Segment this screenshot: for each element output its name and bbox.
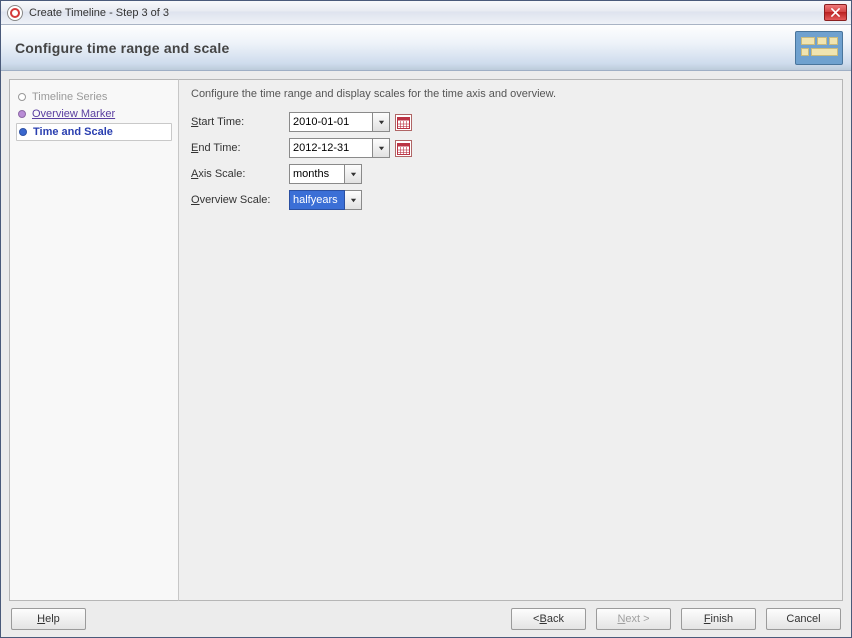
page-title: Configure time range and scale [15,40,230,56]
axis-scale-dropdown[interactable] [345,164,362,184]
dialog-window: Create Timeline - Step 3 of 3 Configure … [0,0,852,638]
header-banner: Configure time range and scale [1,25,851,71]
step-label: Time and Scale [33,126,113,138]
help-button[interactable]: Help [11,608,86,630]
close-button[interactable] [824,4,847,21]
overview-scale-row: halfyears [289,190,830,210]
main-panel: Configure the time range and display sca… [179,79,843,601]
end-time-label: End Time: [191,142,281,154]
instruction-text: Configure the time range and display sca… [191,88,830,100]
app-icon [7,5,23,21]
form: Start Time: 2010-01-01 [191,112,830,210]
axis-scale-row: months [289,164,830,184]
start-time-dropdown[interactable] [373,112,390,132]
finish-button[interactable]: Finish [681,608,756,630]
step-overview-marker[interactable]: Overview Marker [16,106,172,122]
cancel-button[interactable]: Cancel [766,608,841,630]
step-timeline-series: Timeline Series [16,89,172,105]
calendar-icon[interactable] [395,140,412,157]
step-dot-icon [18,110,26,118]
step-label: Timeline Series [32,91,107,103]
end-time-input[interactable]: 2012-12-31 [289,138,373,158]
body-area: Timeline Series Overview Marker Time and… [1,71,851,601]
axis-scale-label: Axis Scale: [191,168,281,180]
overview-scale-dropdown[interactable] [345,190,362,210]
next-button: Next > [596,608,671,630]
start-time-input[interactable]: 2010-01-01 [289,112,373,132]
overview-scale-select[interactable]: halfyears [289,190,345,210]
title-bar: Create Timeline - Step 3 of 3 [1,1,851,25]
step-dot-icon [19,128,27,136]
end-time-dropdown[interactable] [373,138,390,158]
step-time-and-scale[interactable]: Time and Scale [16,123,172,141]
step-dot-icon [18,93,26,101]
start-time-row: 2010-01-01 [289,112,830,132]
start-time-label: Start Time: [191,116,281,128]
overview-scale-label: Overview Scale: [191,194,281,206]
step-label: Overview Marker [32,108,115,120]
back-button[interactable]: < Back [511,608,586,630]
calendar-icon[interactable] [395,114,412,131]
end-time-row: 2012-12-31 [289,138,830,158]
axis-scale-select[interactable]: months [289,164,345,184]
footer-bar: Help < Back Next > Finish Cancel [1,601,851,637]
window-title: Create Timeline - Step 3 of 3 [29,7,824,19]
wizard-icon [795,31,843,65]
step-navigation: Timeline Series Overview Marker Time and… [9,79,179,601]
